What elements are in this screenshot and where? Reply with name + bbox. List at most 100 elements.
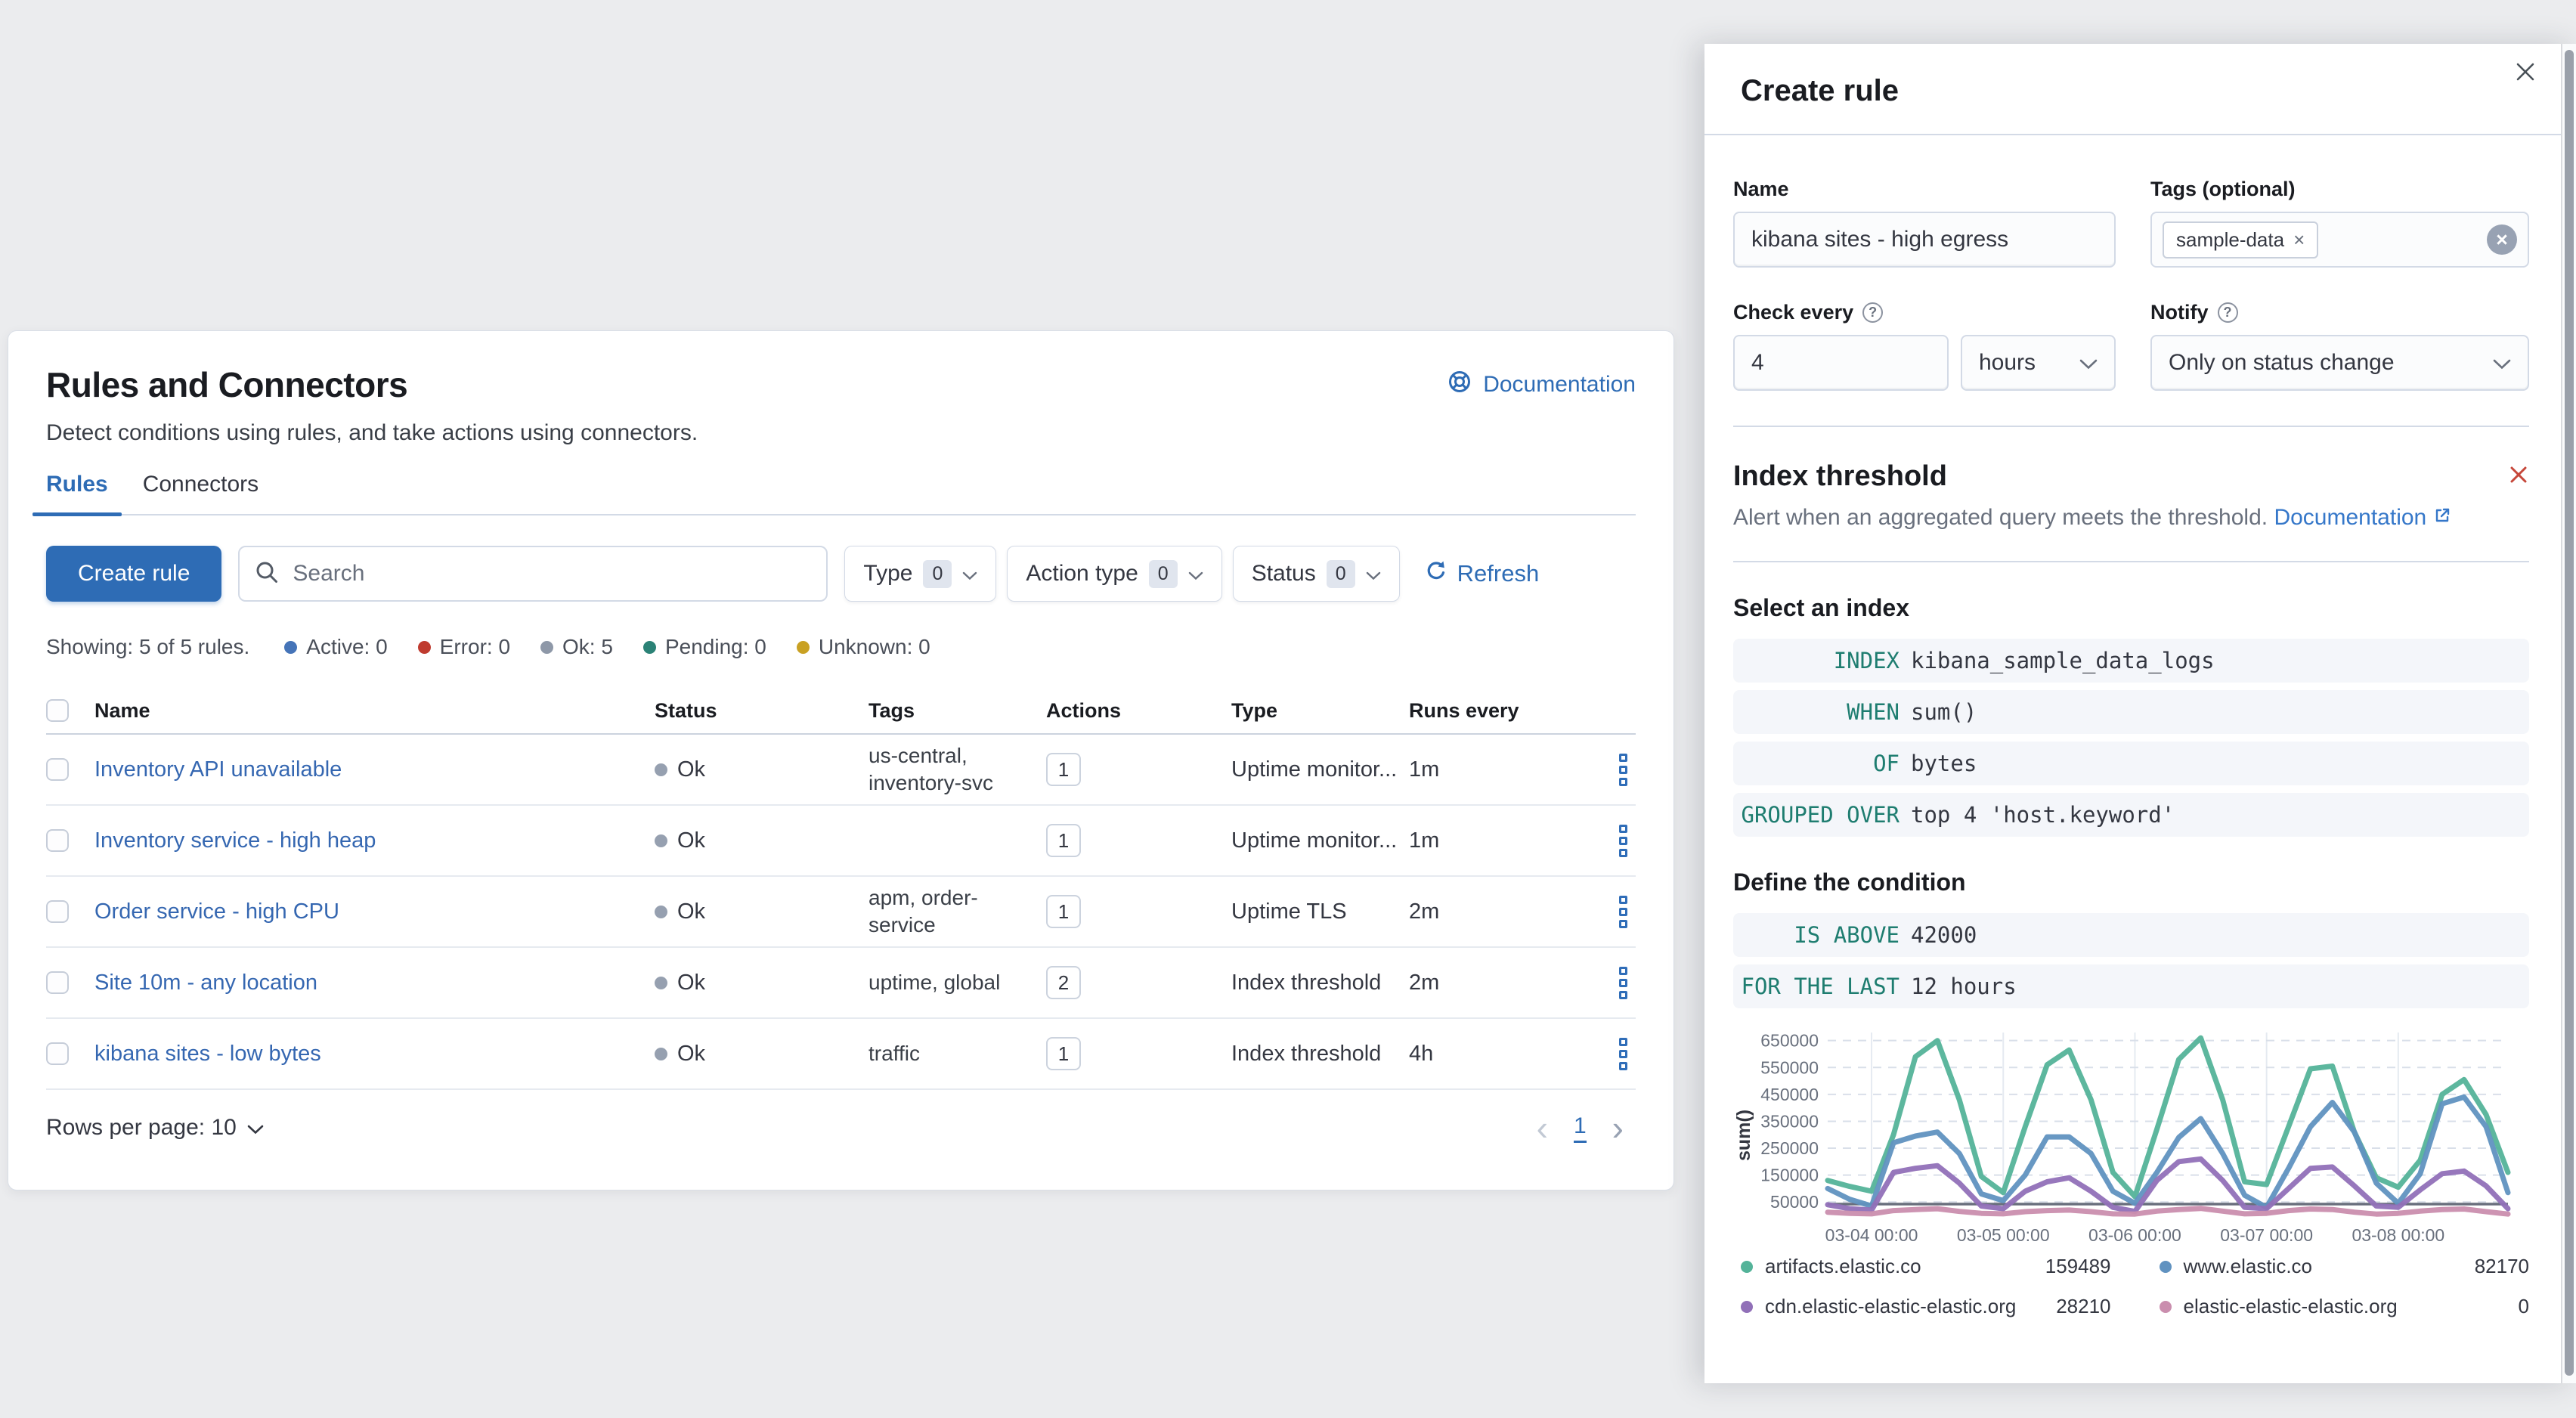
row-menu-icon[interactable] [1609, 1037, 1637, 1070]
row-checkbox[interactable] [46, 971, 69, 994]
rule-type-doc-link[interactable]: Documentation [2274, 505, 2451, 530]
column-header-type[interactable]: Type [1231, 699, 1409, 723]
search-input[interactable]: Search [238, 546, 828, 602]
legend-series-name: www.elastic.co [2183, 1255, 2313, 1277]
help-icon[interactable]: ? [2217, 302, 2238, 323]
legend-series-name: elastic-elastic-elastic.org [2183, 1295, 2398, 1317]
rule-name-link[interactable]: Order service - high CPU [94, 899, 655, 924]
name-field[interactable]: kibana sites - high egress [1733, 212, 2116, 268]
tab-connectors[interactable]: Connectors [129, 472, 272, 514]
help-icon[interactable]: ? [1862, 302, 1884, 323]
rule-name-link[interactable]: Inventory API unavailable [94, 757, 655, 782]
legend-item[interactable]: www.elastic.co 82170 [2159, 1255, 2529, 1278]
expression-index[interactable]: INDEX kibana_sample_data_logs [1733, 639, 2529, 683]
rule-type-description: Alert when an aggregated query meets the… [1733, 505, 2529, 531]
refresh-label: Refresh [1457, 560, 1540, 587]
divider [1733, 561, 2529, 562]
expression-grouped-over[interactable]: GROUPED OVER top 4 'host.keyword' [1733, 793, 2529, 837]
column-header-status[interactable]: Status [655, 699, 868, 723]
rule-type: Uptime monitor... [1231, 757, 1398, 782]
status-dot [655, 976, 667, 989]
column-header-runs-every[interactable]: Runs every [1409, 699, 1609, 723]
remove-tag-icon[interactable]: × [2293, 228, 2305, 252]
clear-tags-icon[interactable]: × [2487, 224, 2517, 255]
help-ring-icon [1447, 369, 1472, 401]
column-header-actions[interactable]: Actions [1046, 699, 1231, 723]
rows-per-page-select[interactable]: Rows per page: 10 [46, 1115, 264, 1141]
rule-type: Index threshold [1231, 1041, 1382, 1066]
page-number[interactable]: 1 [1573, 1113, 1587, 1143]
chart-tick-label: 350000 [1760, 1111, 1819, 1131]
row-checkbox[interactable] [46, 758, 69, 781]
refresh-button[interactable]: Refresh [1424, 559, 1540, 589]
kebab-dot [1619, 907, 1627, 916]
expression-is-above[interactable]: IS ABOVE 42000 [1733, 913, 2529, 957]
select-all-checkbox[interactable] [46, 699, 69, 722]
status-count-pending: Pending: 0 [642, 635, 766, 659]
row-checkbox[interactable] [46, 900, 69, 923]
chart-plot-area: 50000 150000 250000 350000 450000 550000 65000… [1760, 1031, 2511, 1245]
rule-name-link[interactable]: kibana sites - low bytes [94, 1042, 655, 1067]
legend-series-name: artifacts.elastic.co [1765, 1255, 1921, 1277]
rule-status: Ok [655, 1042, 868, 1067]
prev-page-button[interactable]: ‹ [1537, 1110, 1548, 1145]
legend-item[interactable]: cdn.elastic-elastic-elastic.org 28210 [1741, 1295, 2111, 1318]
tab-rules[interactable]: Rules [33, 472, 122, 516]
filter-type[interactable]: Type 0 [844, 546, 997, 602]
column-header-name[interactable]: Name [94, 699, 655, 723]
tag-pill[interactable]: sample-data × [2163, 221, 2319, 259]
status-dot [655, 763, 667, 776]
panel-header: Rules and Connectors Documentation [46, 364, 1636, 405]
filter-status[interactable]: Status 0 [1232, 546, 1400, 602]
rule-tags: traffic [868, 1042, 920, 1065]
expression-when[interactable]: WHEN sum() [1733, 690, 2529, 734]
chart-tick-label: 50000 [1770, 1192, 1819, 1212]
row-checkbox[interactable] [46, 1042, 69, 1065]
check-every-value-input[interactable]: 4 [1733, 335, 1949, 391]
create-rule-button[interactable]: Create rule [46, 546, 222, 602]
rule-type: Uptime TLS [1231, 899, 1347, 924]
next-page-button[interactable]: › [1612, 1110, 1624, 1145]
rule-status: Ok [655, 828, 868, 853]
flyout-scrollbar[interactable] [2561, 44, 2576, 1383]
documentation-link[interactable]: Documentation [1447, 369, 1636, 401]
status-text: Ok [677, 1041, 706, 1066]
threshold-preview-chart: sum() 50000 150000 250000 350000 450000 55000… [1733, 1022, 2529, 1249]
row-menu-icon[interactable] [1609, 895, 1637, 928]
remove-rule-type-icon[interactable] [2508, 464, 2529, 489]
row-menu-icon[interactable] [1609, 966, 1637, 999]
rule-type: Uptime monitor... [1231, 828, 1398, 853]
row-menu-icon[interactable] [1609, 753, 1637, 786]
table-header-row: Name Status Tags Actions Type Runs every [46, 688, 1636, 735]
status-count-label: Pending: 0 [664, 635, 766, 658]
column-header-tags[interactable]: Tags [868, 699, 1046, 723]
kebab-dot [1619, 836, 1627, 845]
scrollbar-thumb[interactable] [2565, 50, 2574, 1376]
status-text: Ok [677, 970, 706, 995]
row-menu-icon[interactable] [1609, 824, 1637, 857]
check-every-unit-select[interactable]: hours [1961, 335, 2116, 391]
rule-type-header: Index threshold [1733, 460, 2529, 493]
kebab-dot [1619, 848, 1627, 857]
legend-item[interactable]: artifacts.elastic.co 159489 [1741, 1255, 2111, 1278]
search-icon [255, 560, 279, 588]
filter-action-type[interactable]: Action type 0 [1007, 546, 1222, 602]
chevron-down-icon [247, 1115, 264, 1141]
legend-item[interactable]: elastic-elastic-elastic.org 0 [2159, 1295, 2529, 1318]
kebab-dot [1619, 1061, 1627, 1070]
expression-for-the-last[interactable]: FOR THE LAST 12 hours [1733, 964, 2529, 1008]
series-line-www-elastic-co [1825, 1094, 2511, 1210]
notify-select[interactable]: Only on status change [2150, 335, 2529, 391]
rule-name-link[interactable]: Site 10m - any location [94, 971, 655, 995]
expression-of[interactable]: OF bytes [1733, 742, 2529, 785]
close-icon[interactable] [2514, 60, 2537, 87]
rule-runs-every: 1m [1409, 828, 1440, 853]
expression-keyword: FOR THE LAST [1741, 974, 1899, 999]
rule-runs-every: 2m [1409, 899, 1440, 924]
expression-value: kibana_sample_data_logs [1911, 648, 2215, 673]
rule-name-link[interactable]: Inventory service - high heap [94, 828, 655, 853]
tags-field[interactable]: sample-data × × [2150, 212, 2529, 268]
actions-count-badge: 2 [1046, 966, 1081, 999]
chart-tick-label: 450000 [1760, 1085, 1819, 1104]
row-checkbox[interactable] [46, 829, 69, 852]
